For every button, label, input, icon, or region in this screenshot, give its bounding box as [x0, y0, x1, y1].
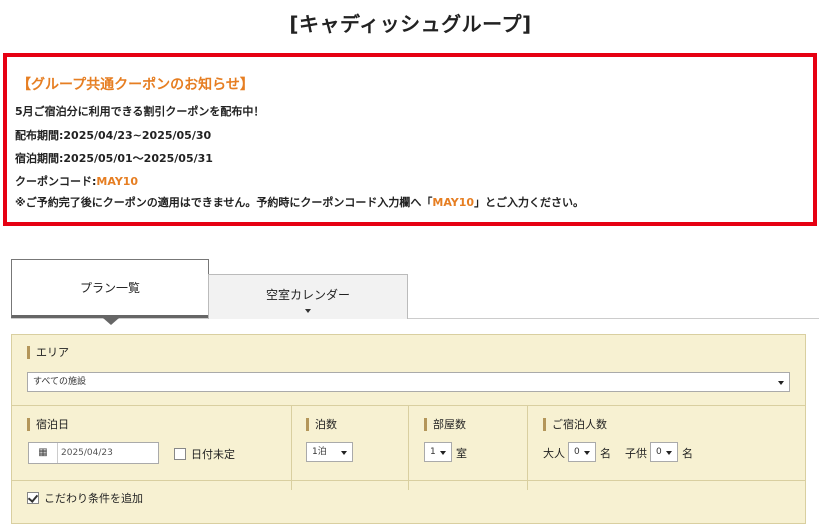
dropdown-arrow-icon	[666, 451, 672, 455]
rooms-label: 部屋数	[424, 418, 466, 431]
notice-line-1: 5月ご宿泊分に利用できる割引クーポンを配布中！	[15, 105, 265, 118]
area-label: エリア	[27, 346, 69, 359]
tab-plan-list[interactable]: プラン一覧	[11, 259, 209, 318]
nights-label: 泊数	[306, 418, 337, 431]
rooms-select-value: 1	[430, 447, 436, 457]
coupon-notice: 【グループ共通クーポンのお知らせ】 5月ご宿泊分に利用できる割引クーポンを配布中…	[3, 53, 817, 226]
dropdown-arrow-icon	[778, 381, 784, 385]
adult-label: 大人	[543, 447, 565, 460]
divider	[527, 405, 528, 490]
child-count-select[interactable]: 0	[650, 442, 678, 462]
page-title: [キャディッシュグループ]	[289, 12, 532, 36]
notice-line-2: 配布期間:2025/04/23~2025/05/30	[15, 129, 212, 142]
note-text-after: 」とご入力ください。	[474, 196, 585, 209]
adult-count-value: 0	[574, 447, 580, 457]
divider	[408, 405, 409, 490]
chevron-down-icon	[305, 309, 311, 313]
notice-note: ※ご予約完了後にクーポンの適用はできません。予約時にクーポンコード入力欄へ「MA…	[15, 194, 584, 210]
tab-vacancy-calendar-label: 空室カレンダー	[265, 288, 350, 302]
date-undecided-label: 日付未定	[191, 448, 235, 461]
divider	[12, 480, 805, 481]
active-tab-indicator-icon	[103, 318, 119, 325]
child-label: 子供	[625, 447, 647, 460]
rooms-unit: 室	[456, 447, 467, 460]
divider	[291, 405, 292, 490]
search-panel: エリア すべての施設 宿泊日 ▦ 2025/04/23 日付未定 泊数 1泊 部…	[11, 334, 806, 524]
rooms-select[interactable]: 1	[424, 442, 452, 462]
dropdown-arrow-icon	[341, 451, 347, 455]
child-count-value: 0	[656, 447, 662, 457]
guests-label: ご宿泊人数	[543, 418, 607, 431]
nights-select-value: 1泊	[312, 447, 327, 457]
note-coupon-code: MAY10	[432, 196, 475, 209]
notice-heading: 【グループ共通クーポンのお知らせ】	[17, 77, 254, 93]
child-unit: 名	[682, 447, 693, 460]
extra-conditions-label[interactable]: こだわり条件を追加	[44, 490, 143, 506]
adult-unit: 名	[600, 447, 611, 460]
note-text-before: ※ご予約完了後にクーポンの適用はできません。予約時にクーポンコード入力欄へ「	[15, 196, 433, 209]
tab-vacancy-calendar[interactable]: 空室カレンダー	[208, 274, 408, 319]
coupon-label: クーポンコード:	[15, 175, 97, 188]
notice-coupon-line: クーポンコード:MAY10	[15, 173, 138, 189]
date-undecided-checkbox[interactable]	[174, 448, 186, 460]
notice-line-3: 宿泊期間:2025/05/01～2025/05/31	[15, 152, 213, 165]
coupon-code: MAY10	[96, 175, 139, 188]
checkin-date-input[interactable]: ▦ 2025/04/23	[28, 442, 159, 464]
area-select-value: すべての施設	[33, 377, 87, 387]
date-label: 宿泊日	[27, 418, 69, 431]
nights-select[interactable]: 1泊	[306, 442, 353, 462]
adult-count-select[interactable]: 0	[568, 442, 596, 462]
extra-conditions-checkbox[interactable]	[27, 492, 39, 504]
dropdown-arrow-icon	[440, 451, 446, 455]
area-select[interactable]: すべての施設	[27, 372, 790, 392]
tabs-divider	[11, 318, 819, 319]
calendar-icon[interactable]: ▦	[29, 443, 58, 463]
dropdown-arrow-icon	[584, 451, 590, 455]
tab-plan-list-label: プラン一覧	[79, 281, 140, 295]
checkin-date-value: 2025/04/23	[61, 448, 113, 458]
